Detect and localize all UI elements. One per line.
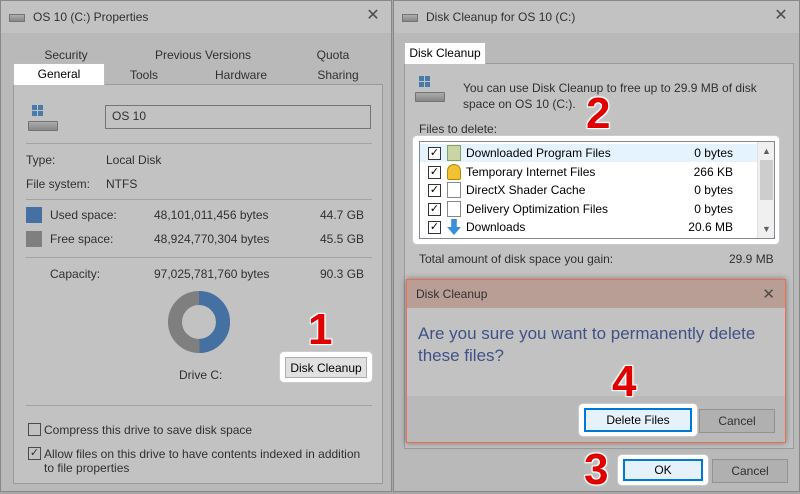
tab-tools[interactable]: Tools	[119, 65, 169, 85]
tab-security[interactable]: Security	[37, 45, 95, 65]
file-row[interactable]: ✓ Temporary Internet Files 266 KB	[420, 163, 757, 181]
used-space-gb: 44.7 GB	[320, 208, 365, 222]
file-icon	[447, 182, 461, 198]
file-size: 20.6 MB	[688, 220, 733, 234]
file-row[interactable]: ✓ Downloaded Program Files 0 bytes	[420, 144, 757, 162]
free-space-bytes: 48,924,770,304 bytes	[154, 232, 270, 246]
step-1-label: 1	[308, 305, 333, 354]
used-space-label: Used space:	[50, 208, 117, 222]
drive-name-field[interactable]: OS 10	[105, 105, 371, 129]
files-list: ✓ Downloaded Program Files 0 bytes ✓ Tempora…	[419, 141, 775, 239]
divider	[26, 257, 372, 258]
step-3-label: 3	[584, 445, 609, 494]
type-label: Type:	[26, 153, 56, 167]
general-panel: OS 10 Type: Local Disk File system: NTFS…	[13, 84, 383, 484]
file-system-value: NTFS	[106, 177, 138, 191]
used-space-bytes: 48,101,011,456 bytes	[154, 208, 269, 222]
ok-button[interactable]: OK	[623, 459, 703, 481]
scroll-down-icon[interactable]: ▼	[758, 221, 774, 237]
confirm-title: Disk Cleanup	[416, 287, 488, 301]
total-gain-value: 29.9 MB	[729, 252, 774, 266]
cleanup-title: Disk Cleanup for OS 10 (C:)	[426, 10, 576, 24]
drive-letter-label: Drive C:	[179, 368, 223, 382]
close-icon[interactable]: ✕	[773, 8, 789, 24]
file-checkbox[interactable]: ✓	[428, 147, 441, 160]
file-row[interactable]: ✓ Delivery Optimization Files 0 bytes	[420, 200, 757, 218]
file-checkbox[interactable]: ✓	[428, 184, 441, 197]
file-name: Downloads	[466, 220, 526, 234]
tab-sharing[interactable]: Sharing	[307, 65, 369, 85]
properties-title: OS 10 (C:) Properties	[33, 10, 149, 24]
drive-name-value: OS 10	[112, 109, 147, 123]
disk-cleanup-button[interactable]: Disk Cleanup	[285, 357, 367, 378]
free-space-swatch	[26, 231, 42, 247]
free-space-gb: 45.5 GB	[320, 232, 365, 246]
file-size: 266 KB	[693, 164, 733, 179]
file-checkbox[interactable]: ✓	[428, 165, 441, 179]
file-checkbox[interactable]: ✓	[428, 221, 441, 234]
confirm-question: Are you sure you want to permanently del…	[418, 324, 756, 365]
close-icon[interactable]: ✕	[365, 8, 381, 24]
scroll-up-icon[interactable]: ▲	[758, 143, 774, 159]
confirm-cancel-button[interactable]: Cancel	[699, 409, 775, 433]
used-space-swatch	[26, 207, 42, 223]
capacity-bytes: 97,025,781,760 bytes	[154, 267, 270, 281]
file-system-label: File system:	[26, 177, 91, 191]
scrollbar[interactable]: ▲ ▼	[757, 142, 774, 238]
hard-drive-icon	[415, 76, 447, 102]
file-size: 0 bytes	[694, 146, 733, 160]
file-row[interactable]: ✓ Downloads 20.6 MB	[420, 218, 757, 236]
delete-files-button[interactable]: Delete Files	[584, 408, 692, 432]
compress-checkbox[interactable]	[28, 423, 41, 436]
tab-general[interactable]: General	[13, 63, 105, 85]
confirm-body: Are you sure you want to permanently del…	[407, 308, 785, 396]
cancel-button[interactable]: Cancel	[712, 459, 788, 483]
confirm-titlebar: Disk Cleanup ✕	[407, 280, 785, 308]
free-space-label: Free space:	[50, 232, 114, 246]
file-name: DirectX Shader Cache	[466, 183, 586, 197]
tab-disk-cleanup[interactable]: Disk Cleanup	[404, 42, 486, 64]
file-icon	[447, 200, 461, 217]
download-arrow-icon	[447, 219, 461, 235]
close-icon[interactable]: ✕	[762, 285, 775, 303]
tab-hardware[interactable]: Hardware	[207, 65, 275, 85]
capacity-label: Capacity:	[50, 267, 101, 281]
file-size: 0 bytes	[694, 201, 733, 216]
index-checkbox[interactable]: ✓	[28, 447, 41, 460]
scroll-thumb[interactable]	[760, 160, 773, 200]
files-to-delete-label: Files to delete:	[419, 122, 498, 136]
file-name: Downloaded Program Files	[466, 146, 611, 160]
file-name: Temporary Internet Files	[466, 164, 596, 179]
file-size: 0 bytes	[694, 183, 733, 197]
properties-titlebar: OS 10 (C:) Properties ✕	[1, 1, 391, 33]
index-label: Allow files on this drive to have conten…	[44, 447, 361, 475]
divider	[26, 405, 372, 406]
file-row[interactable]: ✓ DirectX Shader Cache 0 bytes	[420, 181, 757, 199]
compress-label: Compress this drive to save disk space	[44, 423, 253, 437]
capacity-gb: 90.3 GB	[320, 267, 365, 281]
type-value: Local Disk	[106, 153, 162, 167]
step-4-label: 4	[612, 357, 637, 406]
hard-drive-icon	[28, 105, 60, 131]
cleanup-titlebar: Disk Cleanup for OS 10 (C:) ✕	[394, 1, 799, 33]
properties-window: OS 10 (C:) Properties ✕ Security Previou…	[0, 0, 392, 492]
file-checkbox[interactable]: ✓	[428, 202, 441, 216]
tab-previous-versions[interactable]: Previous Versions	[147, 45, 259, 65]
total-gain-label: Total amount of disk space you gain:	[419, 252, 614, 266]
divider	[26, 143, 372, 144]
divider	[26, 199, 372, 200]
step-2-label: 2	[586, 89, 611, 138]
cleanup-icon	[402, 11, 418, 23]
lock-icon	[447, 163, 461, 180]
drive-icon	[9, 11, 25, 23]
tab-quota[interactable]: Quota	[307, 45, 359, 65]
cleanup-intro: You can use Disk Cleanup to free up to 2…	[463, 81, 757, 111]
folder-icon	[447, 145, 461, 161]
file-name: Delivery Optimization Files	[466, 201, 609, 216]
disk-usage-donut	[168, 291, 230, 353]
